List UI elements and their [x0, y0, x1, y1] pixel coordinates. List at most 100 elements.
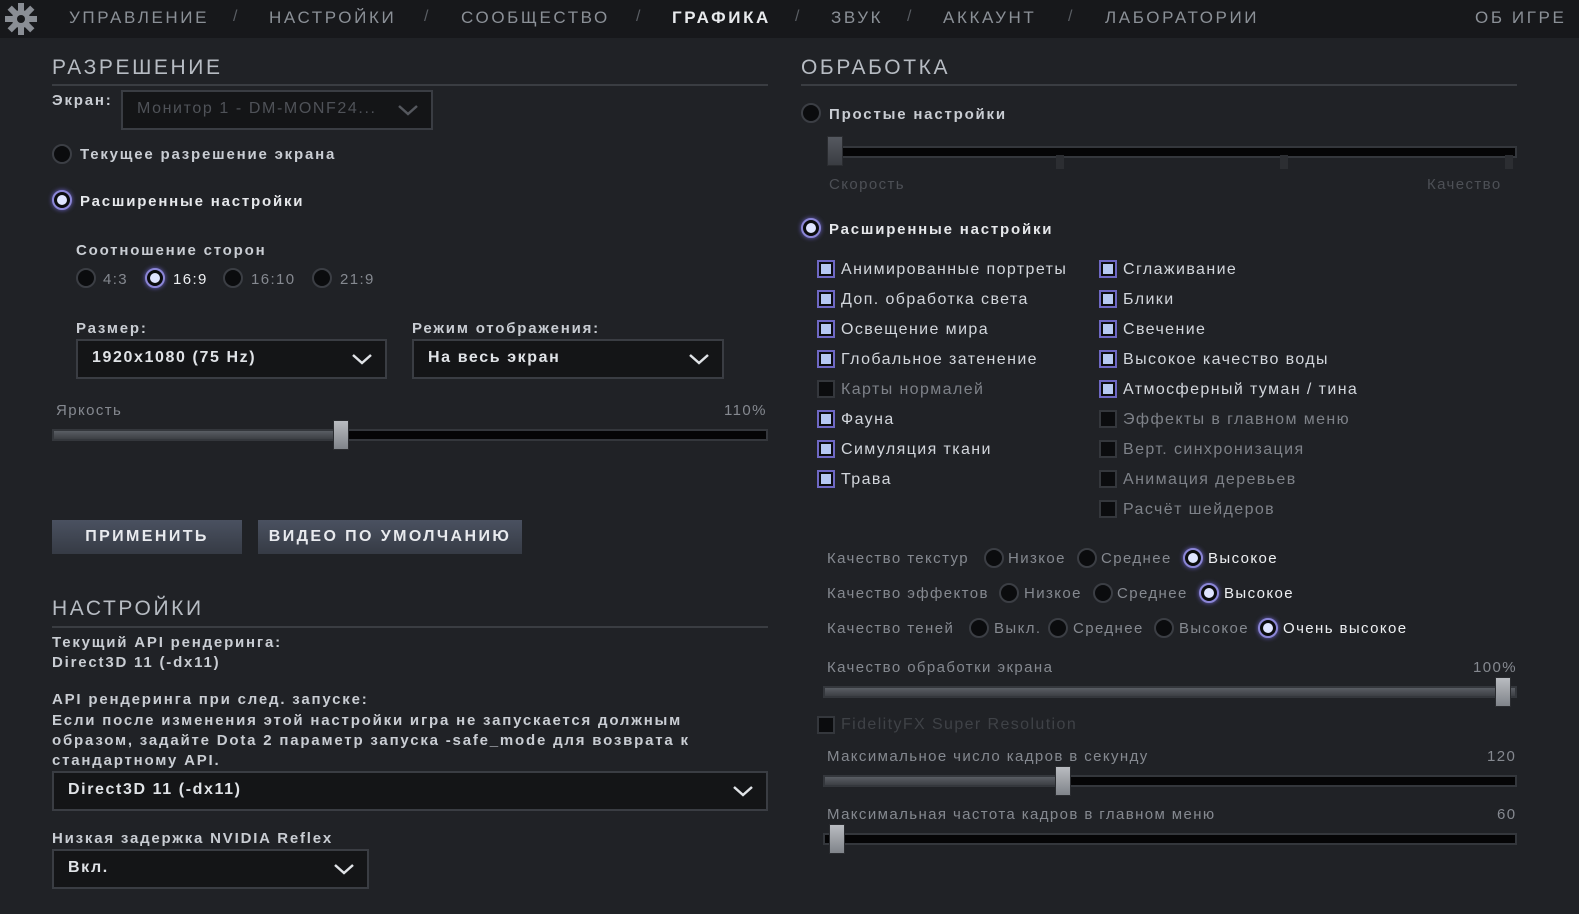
display-mode-label: Режим отображения:: [412, 320, 600, 337]
fsr-label: FidelityFX Super Resolution: [841, 716, 1078, 733]
current-api-value: Direct3D 11 (-dx11): [52, 654, 221, 671]
display-mode-select[interactable]: На весь экран: [412, 339, 724, 379]
checkbox[interactable]: [1099, 350, 1117, 368]
checkbox[interactable]: [817, 350, 835, 368]
tab-community[interactable]: СООБЩЕСТВО: [461, 8, 610, 28]
checkbox[interactable]: [1099, 290, 1117, 308]
brightness-slider-thumb[interactable]: [333, 420, 350, 450]
aspect-radio-4-3[interactable]: [76, 268, 96, 288]
next-api-label: API рендеринга при след. запуске:: [52, 691, 369, 708]
screen-quality-label: Качество обработки экрана: [827, 659, 1054, 676]
advanced-resolution-label: Расширенные настройки: [80, 193, 305, 210]
checkbox-label: Анимация деревьев: [1123, 471, 1297, 488]
checkbox-label: Расчёт шейдеров: [1123, 501, 1276, 518]
simple-quality-slider-thumb[interactable]: [827, 136, 843, 166]
checkbox[interactable]: [1099, 320, 1117, 338]
texture-radio-high[interactable]: [1183, 548, 1203, 568]
current-api-label: Текущий API рендеринга:: [52, 634, 282, 651]
tab-controls[interactable]: УПРАВЛЕНИЕ: [69, 8, 209, 28]
aspect-radio-21-9[interactable]: [312, 268, 332, 288]
checkbox[interactable]: [1099, 470, 1117, 488]
brightness-label: Яркость: [56, 402, 123, 419]
reflex-select[interactable]: Вкл.: [52, 849, 369, 889]
shadow-radio-off[interactable]: [969, 618, 989, 638]
checkbox[interactable]: [1099, 410, 1117, 428]
aspect-label-16-10: 16:10: [251, 271, 296, 288]
aspect-radio-16-9[interactable]: [145, 268, 165, 288]
tab-sound[interactable]: ЗВУК: [831, 8, 883, 28]
checkbox[interactable]: [817, 320, 835, 338]
chevron-down-icon: [733, 786, 753, 797]
current-resolution-radio[interactable]: [52, 144, 72, 164]
next-api-note: стандартному API.: [52, 752, 221, 769]
checkbox[interactable]: [817, 290, 835, 308]
shadow-radio-very-high[interactable]: [1258, 618, 1278, 638]
checkbox-label: Трава: [841, 471, 892, 488]
chevron-down-icon: [334, 864, 354, 875]
checkbox-label: Освещение мира: [841, 321, 989, 338]
texture-radio-medium[interactable]: [1077, 548, 1097, 568]
checkbox[interactable]: [1099, 500, 1117, 518]
effects-radio-medium[interactable]: [1093, 583, 1113, 603]
tab-account[interactable]: АККАУНТ: [943, 8, 1036, 28]
texture-quality-label: Качество текстур: [827, 550, 969, 567]
checkbox[interactable]: [1099, 260, 1117, 278]
render-api-select[interactable]: Direct3D 11 (-dx11): [52, 771, 768, 811]
shadow-radio-high[interactable]: [1154, 618, 1174, 638]
screen-quality-slider[interactable]: [823, 686, 1517, 698]
aspect-label-21-9: 21:9: [340, 271, 375, 288]
effects-option-medium: Среднее: [1117, 585, 1188, 602]
advanced-resolution-radio[interactable]: [52, 190, 72, 210]
tab-settings[interactable]: НАСТРОЙКИ: [269, 8, 396, 28]
settings-heading: НАСТРОЙКИ: [52, 597, 204, 620]
aspect-label-16-9: 16:9: [173, 271, 208, 288]
shadow-radio-medium[interactable]: [1048, 618, 1068, 638]
effects-radio-low[interactable]: [999, 583, 1019, 603]
screen-quality-slider-thumb[interactable]: [1495, 677, 1511, 707]
effects-option-high: Высокое: [1224, 585, 1295, 602]
aspect-ratio-label: Соотношение сторон: [76, 242, 267, 259]
checkbox-label: Глобальное затенение: [841, 351, 1038, 368]
effects-radio-high[interactable]: [1199, 583, 1219, 603]
aspect-radio-16-10[interactable]: [223, 268, 243, 288]
chevron-down-icon: [352, 354, 372, 365]
gear-icon[interactable]: [4, 2, 38, 36]
divider: [52, 626, 768, 628]
texture-radio-low[interactable]: [984, 548, 1004, 568]
checkbox[interactable]: [1099, 380, 1117, 398]
nav-separator: /: [795, 8, 801, 25]
checkbox-label: Симуляция ткани: [841, 441, 992, 458]
checkbox[interactable]: [817, 470, 835, 488]
advanced-processing-radio[interactable]: [801, 218, 821, 238]
effects-option-low: Низкое: [1024, 585, 1082, 602]
checkbox[interactable]: [817, 380, 835, 398]
chevron-down-icon: [689, 354, 709, 365]
screen-select[interactable]: Монитор 1 - DM-MONF24...: [121, 90, 433, 130]
tab-graphics[interactable]: ГРАФИКА: [672, 8, 771, 28]
apply-button[interactable]: ПРИМЕНИТЬ: [52, 520, 242, 554]
slider-tick: [1505, 155, 1513, 169]
texture-option-medium: Среднее: [1101, 550, 1172, 567]
max-fps-slider[interactable]: [823, 775, 1517, 787]
brightness-value: 110%: [724, 402, 767, 419]
simple-settings-radio[interactable]: [801, 103, 821, 123]
size-select[interactable]: 1920x1080 (75 Hz): [76, 339, 387, 379]
brightness-slider[interactable]: [52, 429, 768, 441]
max-fps-slider-thumb[interactable]: [1055, 766, 1072, 796]
checkbox-label: Фауна: [841, 411, 895, 428]
checkbox[interactable]: [817, 410, 835, 428]
fsr-checkbox[interactable]: [817, 716, 835, 734]
screen-quality-value: 100%: [1473, 659, 1517, 676]
checkbox-label: Доп. обработка света: [841, 291, 1029, 308]
tab-about[interactable]: ОБ ИГРЕ: [1475, 8, 1566, 28]
checkbox[interactable]: [817, 440, 835, 458]
simple-quality-slider[interactable]: [827, 146, 1517, 158]
shadow-option-off: Выкл.: [994, 620, 1042, 637]
checkbox[interactable]: [1099, 440, 1117, 458]
menu-fps-slider-thumb[interactable]: [829, 824, 845, 854]
menu-fps-slider[interactable]: [823, 833, 1517, 845]
tab-labs[interactable]: ЛАБОРАТОРИИ: [1105, 8, 1259, 28]
default-video-button[interactable]: ВИДЕО ПО УМОЛЧАНИЮ: [258, 520, 522, 554]
display-mode-select-value: На весь экран: [428, 349, 561, 366]
checkbox[interactable]: [817, 260, 835, 278]
